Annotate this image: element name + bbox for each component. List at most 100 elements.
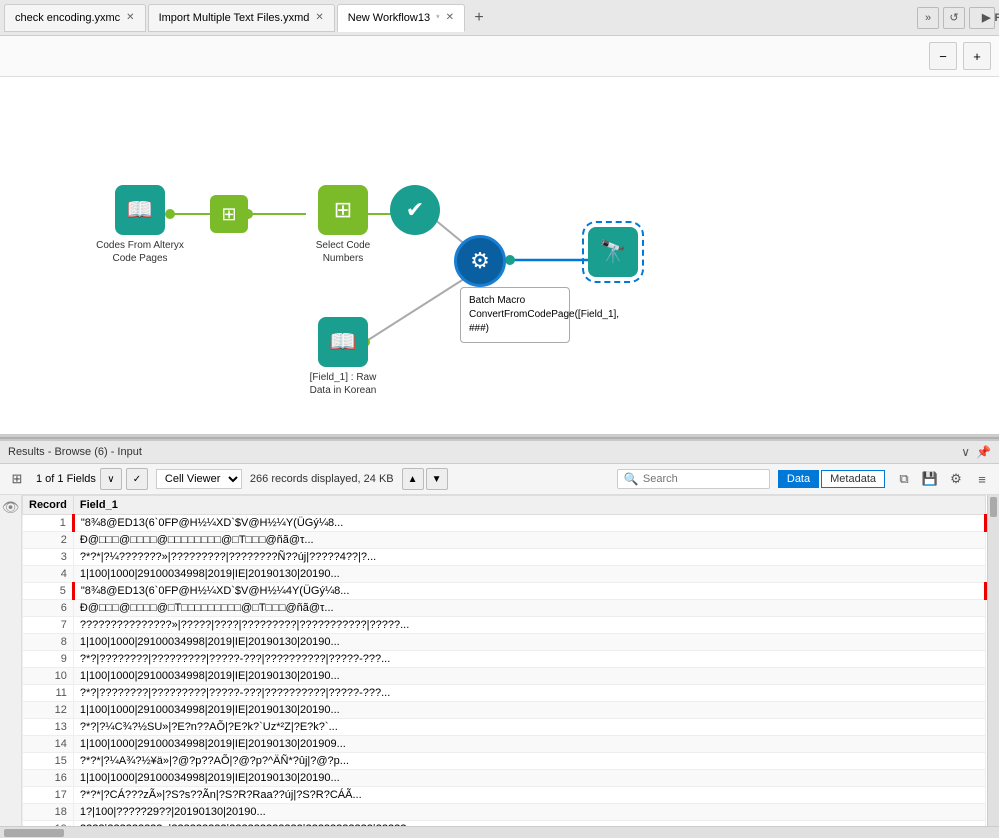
results-title: Results - Browse (6) - Input [8,446,142,458]
tab-label: check encoding.yxmc [15,12,120,24]
node-label-select: Select Code Numbers [298,239,388,265]
data-button[interactable]: Data [778,470,819,488]
node-binoculars[interactable]: 🔭 [588,227,638,277]
settings-icon[interactable]: ⚙ [945,468,967,490]
cell-field1: 1|100|1000|29100034998|2019|IE|20190130|… [73,770,985,787]
cell-record-num: 5 [23,583,74,600]
scrollbar-thumb[interactable] [990,497,997,517]
cell-field1: ?*?*|?CÁ???zÃ»|?S?s??Ãn|?S?R?Raa??új|?S?… [73,787,985,804]
cell-record-num: 8 [23,634,74,651]
table-row: 121|100|1000|29100034998|2019|IE|2019013… [23,702,986,719]
more-icon[interactable]: ≡ [971,468,993,490]
zoom-minus-button[interactable]: − [929,42,957,70]
tab-new-workflow[interactable]: New Workflow13 * ✕ [337,4,465,32]
cell-field1: ?*?|????????|?????????|?????-???|???????… [73,651,985,668]
table-row: 5"8¾8@ED13(6`0FP@H½¼XD`$V@H½¼4Y(ÜGý¼8... [23,583,986,600]
copy-icon[interactable]: ⧉ [893,468,915,490]
col-record[interactable]: Record [23,496,74,515]
table-row: 181?|100|?????29??|20190130|20190... [23,804,986,821]
tab-check-encoding[interactable]: check encoding.yxmc ✕ [4,4,146,32]
tab-close-3[interactable]: ✕ [446,12,454,23]
node-label-codes: Codes From Alteryx Code Pages [95,239,185,265]
table-row: 161|100|1000|29100034998|2019|IE|2019013… [23,770,986,787]
cell-record-num: 18 [23,804,74,821]
batch-macro-label-text: Batch Macro ConvertFromCodePage([Field_1… [469,295,619,334]
results-header: Results - Browse (6) - Input ∨ 📌 [0,441,999,464]
cell-field1: 1|100|1000|29100034998|2019|IE|20190130|… [73,634,985,651]
data-metadata-buttons: Data Metadata [778,470,885,488]
save-icon[interactable]: 💾 [919,468,941,490]
search-input[interactable] [643,473,763,485]
col-field1[interactable]: Field_1 [73,496,985,515]
node-select-small[interactable]: ⊞ [210,195,248,233]
cell-record-num: 13 [23,719,74,736]
collapse-button[interactable]: ∨ [961,445,970,459]
node-icon-select: ⊞ [318,185,368,235]
data-table-wrapper[interactable]: Record Field_1 1"8¾8@ED13(6`0FP@H½¼XD`$V… [22,495,987,826]
sort-up-button[interactable]: ▲ [402,468,424,490]
node-icon-check: ✔ [390,185,440,235]
node-field1-raw[interactable]: 📖 [Field_1] : Raw Data in Korean [298,317,388,397]
tab-close-1[interactable]: ✕ [126,12,134,23]
zoom-plus-button[interactable]: + [963,42,991,70]
cell-record-num: 9 [23,651,74,668]
cell-field1: Ð@□□□@□□□□@□Τ□□□□□□□□□@□Τ□□□@ñã@τ... [73,600,985,617]
node-checkmark[interactable]: ✔ [390,185,440,235]
tab-close-2[interactable]: ✕ [315,12,323,23]
table-row: 13?*?|?¼C¾?½SU»|?E?n??AÕ|?E?k?`Uz*²Z|?E?… [23,719,986,736]
batch-macro-icon: ⚙ [454,235,506,287]
cell-record-num: 16 [23,770,74,787]
table-row: 41|100|1000|29100034998|2019|IE|20190130… [23,566,986,583]
add-tab-button[interactable]: + [467,6,491,30]
cell-record-num: 2 [23,532,74,549]
row-icon-column: 👁 [0,495,22,826]
horizontal-scrollbar[interactable] [0,826,999,838]
hscrollbar-thumb[interactable] [4,829,64,837]
run-button[interactable]: ▶ Run [969,7,995,29]
table-row: 3?*?*|?¼???????»|?????????|????????Ñ??új… [23,549,986,566]
fields-nav-down[interactable]: ∨ [100,468,122,490]
cell-record-num: 6 [23,600,74,617]
cell-record-num: 7 [23,617,74,634]
cell-record-num: 12 [23,702,74,719]
grid-view-icon[interactable]: ⊞ [6,468,28,490]
table-row: 11?*?|????????|?????????|?????-???|?????… [23,685,986,702]
tab-overflow-button[interactable]: » [917,7,939,29]
metadata-button[interactable]: Metadata [821,470,885,488]
pin-button[interactable]: 📌 [976,445,991,459]
results-scrollbar[interactable] [987,495,999,826]
node-icon-codes: 📖 [115,185,165,235]
cell-field1: ?*?*|?¼???????»|?????????|????????Ñ??új|… [73,549,985,566]
tab-bar: check encoding.yxmc ✕ Import Multiple Te… [0,0,999,36]
table-row: 101|100|1000|29100034998|2019|IE|2019013… [23,668,986,685]
cell-field1: 1?|100|?????29??|20190130|20190... [73,804,985,821]
table-row: 1"8¾8@ED13(6`0FP@H½¼XD`$V@H½¼Y(ÜGý¼8... [23,515,986,532]
cell-field1: ?*?|????????|?????????|?????-???|???????… [73,685,985,702]
table-row: 9?*?|????????|?????????|?????-???|??????… [23,651,986,668]
fields-check[interactable]: ✓ [126,468,148,490]
cell-viewer-select[interactable]: Cell Viewer [156,469,242,489]
cell-record-num: 14 [23,736,74,753]
tab-import-multiple[interactable]: Import Multiple Text Files.yxmd ✕ [148,4,335,32]
cell-record-num: 11 [23,685,74,702]
node-icon-select-small: ⊞ [210,195,248,233]
cell-record-num: 10 [23,668,74,685]
table-row: 81|100|1000|29100034998|2019|IE|20190130… [23,634,986,651]
row-icon: 👁 [2,499,20,516]
table-row: 141|100|1000|29100034998|2019|IE|2019013… [23,736,986,753]
table-container: 👁 Record Field_1 1"8¾8@ED13(6`0FP@H½¼XD`… [0,495,999,826]
undo-button[interactable]: ↺ [943,7,965,29]
sort-down-button[interactable]: ▼ [426,468,448,490]
sort-buttons: ▲ ▼ [402,468,448,490]
cell-field1: "8¾8@ED13(6`0FP@H½¼XD`$V@H½¼4Y(ÜGý¼8... [73,583,985,600]
node-icon-binoculars: 🔭 [588,227,638,277]
fields-display: 1 of 1 Fields ∨ ✓ [36,468,148,490]
node-select-code-numbers[interactable]: ⊞ Select Code Numbers [298,185,388,265]
cell-field1: 1|100|1000|29100034998|2019|IE|20190130|… [73,566,985,583]
tab-label: Import Multiple Text Files.yxmd [159,12,310,24]
node-icon-field1: 📖 [318,317,368,367]
toolbar-action-icons: ⧉ 💾 ⚙ ≡ [893,468,993,490]
node-codes-from-alteryx[interactable]: 📖 Codes From Alteryx Code Pages [95,185,185,265]
node-batch-macro-circle[interactable]: ⚙ [454,235,506,287]
cell-field1: 1|100|1000|29100034998|2019|IE|20190130|… [73,668,985,685]
